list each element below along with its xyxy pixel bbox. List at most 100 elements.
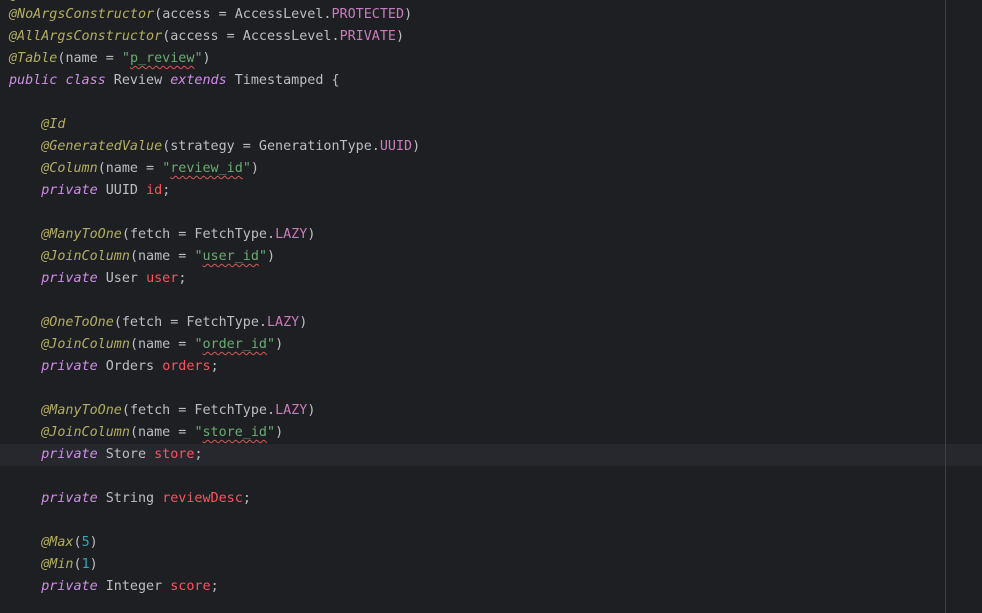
token-punc: = AccessLevel. xyxy=(218,29,340,44)
token-punc: ; xyxy=(194,447,203,462)
code-line[interactable]: @ManyToOne(fetch = FetchType.LAZY) xyxy=(0,224,946,246)
token-ann: @JoinColumn xyxy=(41,425,130,440)
code-line[interactable]: @Max(5) xyxy=(0,532,946,554)
code-line[interactable]: @Table(name = "p_review") xyxy=(0,48,946,70)
token-punc: ( xyxy=(129,249,138,264)
code-line[interactable]: private String reviewDesc; xyxy=(0,488,946,510)
token-str: " xyxy=(258,249,267,264)
token-ann: @GeneratedValue xyxy=(41,139,163,154)
code-line[interactable]: @Min(1) xyxy=(0,554,946,576)
token-type: Integer xyxy=(97,579,171,594)
token-const: UUID xyxy=(379,139,413,154)
code-line[interactable]: private UUID id; xyxy=(0,180,946,202)
token-punc: ( xyxy=(129,425,138,440)
token-type: String xyxy=(97,491,163,506)
token-str: " xyxy=(242,161,251,176)
token-punc: ( xyxy=(97,161,106,176)
token-str: " xyxy=(267,337,276,352)
code-line[interactable]: @NoArgsConstructor(access = AccessLevel.… xyxy=(0,4,946,26)
token-kw: private xyxy=(41,491,98,506)
code-line[interactable]: @OneToOne(fetch = FetchType.LAZY) xyxy=(0,312,946,334)
token-ann: @NoArgsConstructor xyxy=(9,7,155,22)
token-param: name xyxy=(138,425,171,440)
token-punc: = GenerationType. xyxy=(234,139,380,154)
code-line[interactable]: @JoinColumn(name = "user_id") xyxy=(0,246,946,268)
token-param: name xyxy=(105,161,138,176)
token-punc: ) xyxy=(275,337,284,352)
code-line[interactable]: private Integer score; xyxy=(0,576,946,598)
code-line[interactable]: private Orders orders; xyxy=(0,356,946,378)
code-line[interactable]: @Id xyxy=(0,114,946,136)
token-const: LAZY xyxy=(275,403,308,418)
token-punc: = xyxy=(170,425,195,440)
token-field: store xyxy=(154,447,195,462)
token-ann: @Column xyxy=(41,161,98,176)
code-line[interactable]: @AllArgsConstructor(access = AccessLevel… xyxy=(0,26,946,48)
token-punc: = xyxy=(170,337,195,352)
token-punc: ) xyxy=(396,29,405,44)
code-line[interactable]: private User user; xyxy=(0,268,946,290)
code-line[interactable]: @ManyToOne(fetch = FetchType.LAZY) xyxy=(0,400,946,422)
token-str: " xyxy=(194,249,203,264)
code-line[interactable]: public class Review extends Timestamped … xyxy=(0,70,946,92)
code-line[interactable] xyxy=(0,510,946,532)
token-punc: ( xyxy=(73,535,82,550)
token-const: PRIVATE xyxy=(339,29,396,44)
token-ann: @JoinColumn xyxy=(41,337,130,352)
code-line[interactable] xyxy=(0,92,946,114)
token-punc: ( xyxy=(113,315,122,330)
token-punc: ) xyxy=(250,161,259,176)
token-param: name xyxy=(65,51,98,66)
code-line[interactable] xyxy=(0,290,946,312)
token-punc: ) xyxy=(275,425,284,440)
token-ann: @ManyToOne xyxy=(41,227,122,242)
token-param: fetch xyxy=(129,403,171,418)
token-const: PROTECTED xyxy=(331,7,405,22)
token-punc: ) xyxy=(404,7,413,22)
code-line[interactable]: @GeneratedValue(strategy = GenerationTyp… xyxy=(0,136,946,158)
token-type: Review xyxy=(105,73,171,88)
code-lines[interactable]: @Getter@NoArgsConstructor(access = Acces… xyxy=(0,0,982,598)
token-punc: = FetchType. xyxy=(170,227,276,242)
token-str: " xyxy=(194,425,203,440)
token-param: name xyxy=(138,337,171,352)
token-punc: ; xyxy=(178,271,187,286)
token-const: LAZY xyxy=(267,315,300,330)
token-ann: @Max xyxy=(41,535,74,550)
code-line[interactable]: @Column(name = "review_id") xyxy=(0,158,946,180)
token-param: fetch xyxy=(121,315,163,330)
code-line[interactable] xyxy=(0,378,946,400)
token-kw: private xyxy=(41,447,98,462)
token-kw: extends xyxy=(170,73,227,88)
token-punc: ) xyxy=(89,535,98,550)
token-ann: @Table xyxy=(9,51,58,66)
token-str: p_review xyxy=(129,51,195,66)
token-punc: ) xyxy=(267,249,276,264)
code-line[interactable]: @JoinColumn(name = "store_id") xyxy=(0,422,946,444)
code-line[interactable]: @JoinColumn(name = "order_id") xyxy=(0,334,946,356)
token-type: UUID xyxy=(97,183,147,198)
token-param: access xyxy=(162,7,211,22)
token-punc: ) xyxy=(307,403,316,418)
code-editor[interactable]: @Getter@NoArgsConstructor(access = Acces… xyxy=(0,0,982,613)
token-kw: private xyxy=(41,271,98,286)
code-line[interactable] xyxy=(0,466,946,488)
token-punc: ; xyxy=(210,579,219,594)
code-line[interactable] xyxy=(0,202,946,224)
token-field: reviewDesc xyxy=(162,491,243,506)
token-param: access xyxy=(170,29,219,44)
token-punc: ) xyxy=(299,315,308,330)
token-punc: ( xyxy=(121,403,130,418)
code-line-current[interactable]: private Store store; xyxy=(0,444,982,466)
token-punc: ) xyxy=(412,139,421,154)
token-punc: ; xyxy=(162,183,171,198)
token-field: id xyxy=(146,183,163,198)
